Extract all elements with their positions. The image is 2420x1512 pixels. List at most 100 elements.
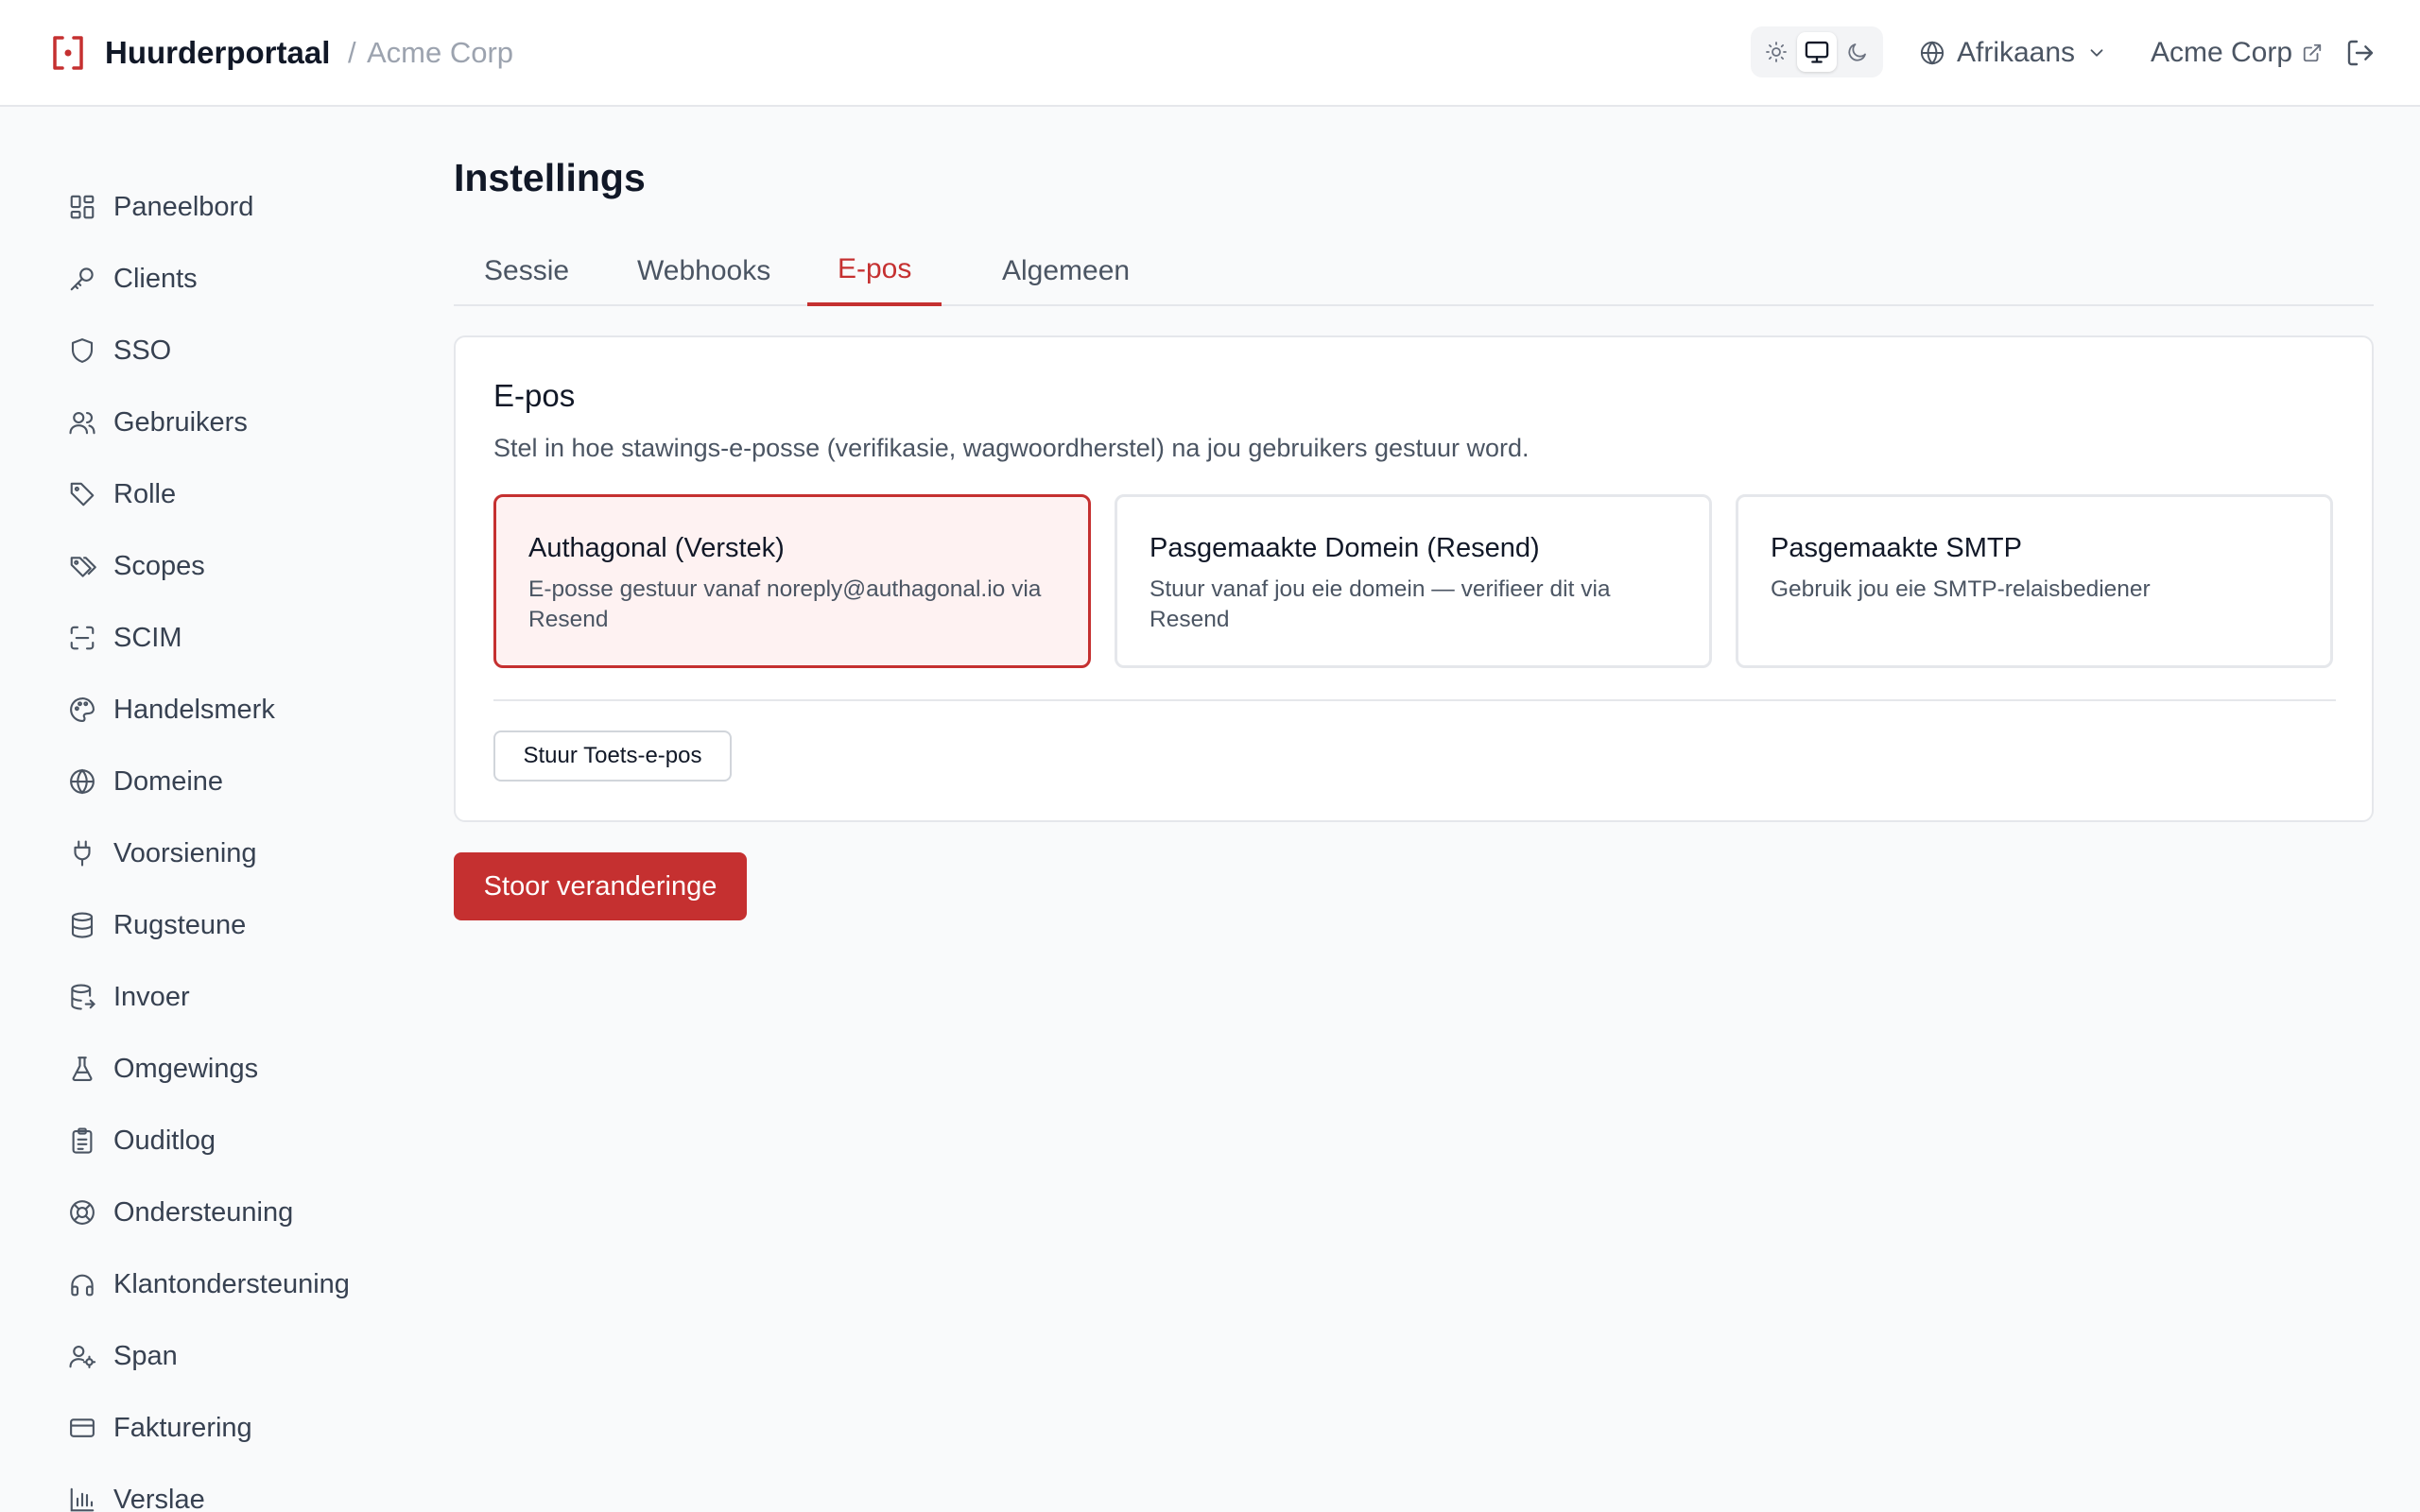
email-provider-option-authagonal[interactable]: Authagonal (Verstek) E-posse gestuur van… [493,494,1091,668]
chevron-down-icon [2086,43,2107,63]
external-link-icon [2302,43,2323,63]
tab-e-pos[interactable]: E-pos [807,236,942,306]
users-icon [66,406,98,438]
user-cog-icon [66,1340,98,1372]
card-title: E-pos [493,378,576,413]
theme-switcher [1751,26,1883,77]
save-changes-button[interactable]: Stoor veranderinge [454,852,747,920]
sidebar-item-scim[interactable]: SCIM [66,617,388,659]
send-test-email-button[interactable]: Stuur Toets-e-pos [493,730,732,782]
theme-system-button[interactable] [1797,32,1837,72]
sidebar-item-gebruikers[interactable]: Gebruikers [66,402,388,443]
database-icon [66,909,98,941]
sun-icon [1765,41,1788,63]
credit-card-icon [66,1412,98,1444]
tab-webhooks[interactable]: Webhooks [607,236,801,306]
sidebar-item-voorsiening[interactable]: Voorsiening [66,833,388,874]
sidebar-item-label: Span [113,1340,178,1371]
tenant-link-label: Acme Corp [2151,37,2293,68]
option-description: Gebruik jou eie SMTP-relaisbediener [1771,576,2151,602]
sidebar-item-omgewings[interactable]: Omgewings [66,1048,388,1090]
top-header: Huurderportaal / Acme Corp Afrikaans Acm… [0,0,2420,107]
logout-icon [2345,38,2376,68]
key-icon [66,263,98,295]
sidebar-item-klantondersteuning[interactable]: Klantondersteuning [66,1263,388,1305]
sidebar-item-label: Invoer [113,981,190,1012]
sidebar-item-span[interactable]: Span [66,1335,388,1377]
option-description: E-posse gestuur vanaf noreply@authagonal… [528,576,1042,632]
sidebar-item-sso[interactable]: SSO [66,330,388,371]
language-select[interactable]: Afrikaans [1919,32,2107,74]
flask-icon [66,1053,98,1085]
email-provider-option-custom-smtp[interactable]: Pasgemaakte SMTP Gebruik jou eie SMTP-re… [1736,494,2333,668]
moon-icon [1846,41,1869,63]
sidebar-item-label: Voorsiening [113,837,257,868]
divider [493,699,2336,701]
sidebar-item-label: Domeine [113,765,224,797]
monitor-icon [1804,39,1830,65]
sidebar-item-label: Rolle [113,478,177,509]
globe-icon [66,765,98,798]
page-title: Instellings [454,156,646,199]
breadcrumb-separator: / [348,36,356,69]
sidebar-item-scopes[interactable]: Scopes [66,545,388,587]
headphones-icon [66,1268,98,1300]
palette-icon [66,694,98,726]
sidebar-item-verslae[interactable]: Verslae [66,1479,388,1512]
clipboard-icon [66,1125,98,1157]
sidebar-item-invoer[interactable]: Invoer [66,976,388,1018]
sidebar-item-clients[interactable]: Clients [66,258,388,300]
tab-sessie[interactable]: Sessie [454,236,599,306]
sidebar-item-label: Rugsteune [113,909,247,940]
email-provider-option-custom-domain[interactable]: Pasgemaakte Domein (Resend) Stuur vanaf … [1115,494,1712,668]
logout-button[interactable] [2342,35,2378,71]
tab-algemeen[interactable]: Algemeen [972,236,1160,306]
sidebar-item-paneelbord[interactable]: Paneelbord [66,186,388,228]
app-logo-icon[interactable] [51,34,85,72]
sidebar-item-handelsmerk[interactable]: Handelsmerk [66,689,388,730]
bar-chart-icon [66,1484,98,1512]
sidebar-item-rolle[interactable]: Rolle [66,473,388,515]
sidebar-item-ondersteuning[interactable]: Ondersteuning [66,1192,388,1233]
sidebar-item-label: SSO [113,335,172,366]
globe-icon [1919,40,1945,66]
option-title: Authagonal (Verstek) [528,533,785,563]
dashboard-icon [66,191,98,223]
settings-tabs: Sessie Webhooks E-pos Algemeen [454,236,2374,306]
card-description: Stel in hoe stawings-e-posse (verifikasi… [493,434,1530,462]
email-settings-card: E-pos Stel in hoe stawings-e-posse (veri… [454,335,2374,822]
sidebar-item-label: Ouditlog [113,1125,216,1156]
option-title: Pasgemaakte SMTP [1771,533,2022,563]
sidebar-item-label: Klantondersteuning [113,1268,350,1299]
sidebar-item-label: Scopes [113,550,205,581]
tenant-external-link[interactable]: Acme Corp [2151,32,2323,74]
sidebar-item-label: Verslae [113,1484,205,1512]
tag-icon [66,478,98,510]
language-label: Afrikaans [1957,37,2076,68]
scan-icon [66,622,98,654]
theme-light-button[interactable] [1756,32,1796,72]
sidebar-item-label: Fakturering [113,1412,252,1443]
sidebar-item-label: Handelsmerk [113,694,275,725]
sidebar-item-domeine[interactable]: Domeine [66,761,388,802]
sidebar-item-label: Paneelbord [113,191,254,222]
app-title[interactable]: Huurderportaal [105,34,330,72]
sidebar-item-ouditlog[interactable]: Ouditlog [66,1120,388,1161]
shield-icon [66,335,98,367]
database-import-icon [66,981,98,1013]
plug-icon [66,837,98,869]
lifebuoy-icon [66,1196,98,1228]
sidebar-item-label: Ondersteuning [113,1196,294,1228]
theme-dark-button[interactable] [1838,32,1877,72]
option-title: Pasgemaakte Domein (Resend) [1150,533,1540,563]
sidebar: Paneelbord Clients SSO Gebruikers Rolle … [0,107,416,1512]
breadcrumb-tenant: Acme Corp [367,36,514,69]
sidebar-item-label: Omgewings [113,1053,259,1084]
sidebar-item-label: Clients [113,263,198,294]
sidebar-item-fakturering[interactable]: Fakturering [66,1407,388,1449]
sidebar-item-label: SCIM [113,622,182,653]
tags-icon [66,550,98,582]
option-description: Stuur vanaf jou eie domein — verifieer d… [1150,576,1611,632]
sidebar-item-rugsteune[interactable]: Rugsteune [66,904,388,946]
sidebar-item-label: Gebruikers [113,406,248,438]
